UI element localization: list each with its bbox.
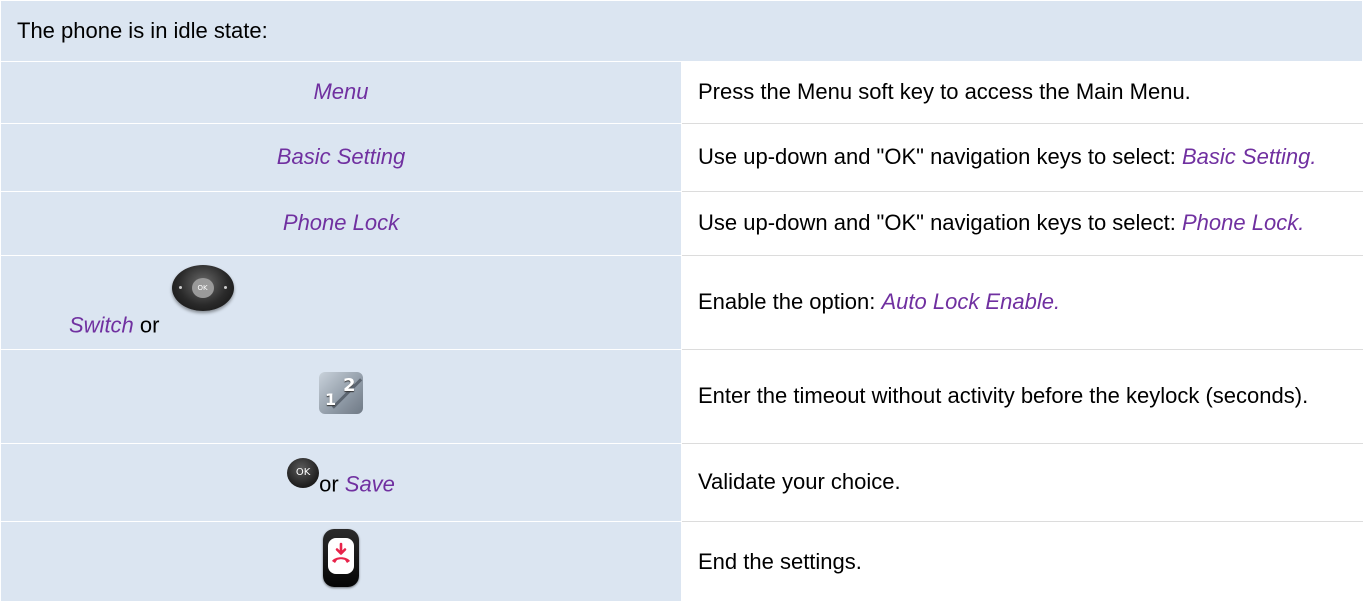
keypad-icon: 1 2 <box>319 372 363 415</box>
table-row: Switch or OK Enable the option: Auto Loc… <box>0 255 1363 350</box>
table-row: 1 2 Enter the timeout without activity b… <box>0 349 1363 444</box>
ok-center-key: OK <box>191 278 214 298</box>
description-cell: Validate your choice. <box>681 443 1363 522</box>
key-cell: 1 2 <box>0 349 682 444</box>
end-call-key-icon <box>323 529 359 588</box>
description-cell: Use up-down and "OK" navigation keys to … <box>681 191 1363 256</box>
key-cell: Phone Lock <box>0 191 682 256</box>
table-row: OK or Save Validate your choice. <box>0 443 1363 522</box>
description-emphasis: Auto Lock Enable. <box>881 289 1061 315</box>
right-arrow-dot <box>223 286 227 289</box>
navigation-wheel-icon: OK <box>171 265 234 311</box>
table-row: Basic Setting Use up-down and "OK" navig… <box>0 123 1363 192</box>
key-cell: OK or Save <box>0 443 682 522</box>
basic-setting-key-label: Basic Setting <box>276 144 406 170</box>
key-cell: Basic Setting <box>0 123 682 192</box>
key-cell <box>0 521 682 602</box>
left-arrow-dot <box>178 286 182 289</box>
table-row: Menu Press the Menu soft key to access t… <box>0 61 1363 124</box>
or-label: or <box>139 312 160 338</box>
keypad-digit-1: 1 <box>325 390 337 410</box>
description-cell: Use up-down and "OK" navigation keys to … <box>681 123 1363 192</box>
hang-up-icon <box>332 542 350 564</box>
key-cell: Switch or OK <box>0 255 682 350</box>
document-page: The phone is in idle state: Menu Press t… <box>0 0 1370 602</box>
menu-key-label: Menu <box>313 79 369 105</box>
ok-button-icon: OK <box>287 457 320 488</box>
description-cell: Enable the option: Auto Lock Enable. <box>681 255 1363 350</box>
keypad-digit-2: 2 <box>343 375 356 397</box>
description-text: Use up-down and "OK" navigation keys to … <box>698 144 1182 170</box>
table-header: The phone is in idle state: <box>0 0 1363 62</box>
phone-lock-key-label: Phone Lock <box>282 210 400 236</box>
description-cell: Press the Menu soft key to access the Ma… <box>681 61 1363 124</box>
table-row: End the settings. <box>0 521 1363 602</box>
switch-key-label: Switch <box>69 312 134 338</box>
description-emphasis: Basic Setting. <box>1182 144 1317 170</box>
table-row: Phone Lock Use up-down and "OK" navigati… <box>0 191 1363 256</box>
instruction-table: The phone is in idle state: Menu Press t… <box>0 0 1363 602</box>
description-emphasis: Phone Lock. <box>1182 210 1305 236</box>
save-key-label: Save <box>344 471 395 497</box>
description-cell: End the settings. <box>681 521 1363 602</box>
key-cell: Menu <box>0 61 682 124</box>
description-text: Use up-down and "OK" navigation keys to … <box>698 210 1182 236</box>
or-label: or <box>319 471 339 497</box>
description-cell: Enter the timeout without activity befor… <box>681 349 1363 444</box>
description-text: Enable the option: <box>698 289 882 315</box>
